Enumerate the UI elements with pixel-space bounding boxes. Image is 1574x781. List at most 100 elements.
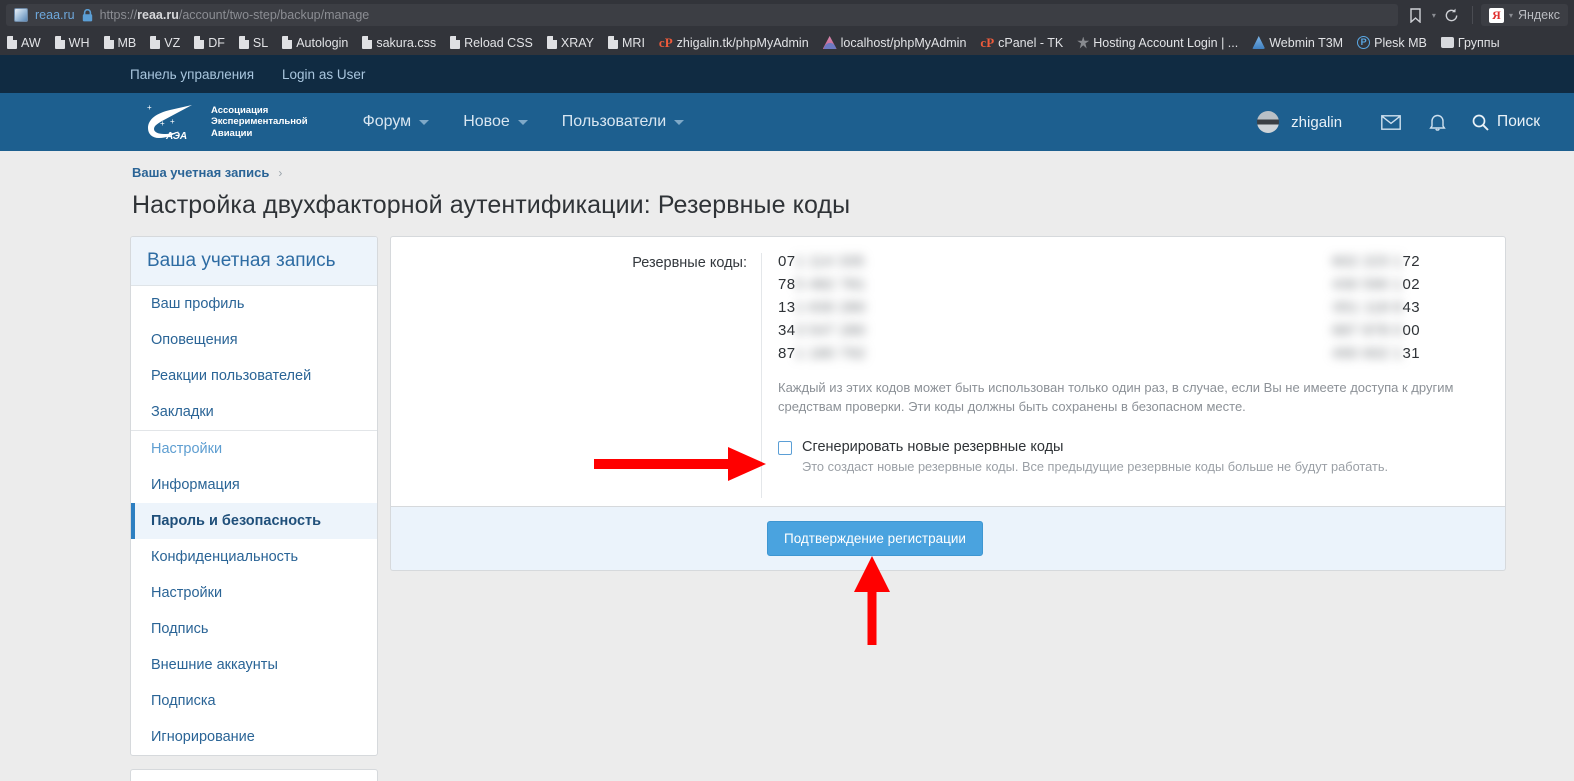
bookmark-label: XRAY [560,35,594,50]
bookmark-item[interactable]: cP zhigalin.tk/phpMyAdmin [652,30,816,55]
bookmark-label: Plesk MB [1374,35,1427,50]
backup-code-visible-suffix: 43 [1402,299,1420,316]
folder-icon [1440,37,1454,48]
bookmark-label: VZ [164,35,181,50]
backup-code-right: 687 878 000 [1108,322,1438,339]
svg-text:+: + [170,117,175,126]
nav-item-label: Форум [362,113,412,130]
admin-strip: Панель управления Login as User [0,55,1574,93]
logout-box[interactable]: Выйти [130,769,378,781]
backup-codes-hint: Каждый из этих кодов может быть использо… [778,380,1454,414]
bookmark-item[interactable]: sakura.css [355,30,443,55]
backup-code-redacted: 1 630 280 [795,299,866,316]
backup-code-left: 071 114 335 [778,253,1108,270]
nav-item-forum[interactable]: Форум [346,93,447,151]
bookmark-label: cPanel - TK [998,35,1064,50]
sidebar-group: Настройки Информация Пароль и безопасность… [131,431,377,755]
search-engine-selector[interactable]: Я ▾ Яндекс [1480,4,1568,26]
page-icon [194,36,205,49]
backup-code-visible-prefix: 87 [778,345,796,362]
sidebar-item[interactable]: Пароль и безопасность [131,503,377,539]
nav-item-users[interactable]: Пользователи [545,93,701,151]
panel-footer: Подтверждение регистрации [390,507,1506,571]
backup-codes-label: Резервные коды: [632,255,747,271]
sidebar-item[interactable]: Подписка [131,683,377,719]
bookmark-item[interactable]: SL [232,30,275,55]
bookmark-item[interactable]: cP cPanel - TK [973,30,1070,55]
page-icon [7,36,17,49]
sidebar-item[interactable]: Внешние аккаунты [131,647,377,683]
envelope-icon[interactable] [1370,101,1412,143]
sidebar-item[interactable]: Настройки [131,575,377,611]
aea-logo-icon: АЭА + + + + [140,102,202,142]
sidebar-item[interactable]: Закладки [131,394,377,430]
bookmark-item[interactable]: localhost/phpMyAdmin [816,30,974,55]
bell-icon[interactable] [1416,101,1458,143]
sidebar-item[interactable]: Ваш профиль [131,286,377,322]
bookmark-item[interactable]: MB [97,30,144,55]
chevron-down-icon[interactable]: ▾ [1432,11,1436,20]
page-icon [546,36,557,49]
bookmark-item[interactable]: Группы [1434,30,1507,55]
backup-code-visible-prefix: 78 [778,276,796,293]
page-icon [608,36,618,49]
backup-code-right: 051 118 843 [1108,299,1438,316]
bookmark-item[interactable]: MRI [601,30,652,55]
avatar[interactable] [1257,111,1280,133]
nav-item-label: Пользователи [561,113,667,130]
chevron-down-icon [517,119,528,125]
sidebar-item[interactable]: Информация [131,467,377,503]
bookmark-label: SL [252,35,269,50]
backup-codes-row: Резервные коды: 071 114 335 602 223 172 78… [391,237,1505,506]
search-button[interactable]: Поиск [1462,101,1552,143]
bookmark-item[interactable]: Autologin [275,30,355,55]
bookmarks-bar: AW WH MB VZ DF SL Autologin sakura.css Reload CS… [0,30,1574,55]
admin-control-panel-link[interactable]: Панель управления [130,67,254,82]
backup-code-visible-suffix: 31 [1402,345,1420,362]
generate-new-codes-checkbox[interactable] [778,441,792,455]
backup-code-visible-prefix: 07 [778,253,796,270]
backup-code-visible-prefix: 34 [778,322,796,339]
breadcrumb-separator-icon: › [278,165,283,180]
bookmark-icon[interactable] [1404,4,1428,26]
sidebar-item[interactable]: Подпись [131,611,377,647]
plesk-icon: P [1357,36,1371,49]
lock-icon [82,8,93,22]
backup-code-visible-suffix: 00 [1402,322,1420,339]
bookmark-item[interactable]: VZ [143,30,187,55]
bookmark-label: DF [208,35,225,50]
bookmark-item[interactable]: WH [48,30,97,55]
bookmark-label: AW [21,35,41,50]
address-bar[interactable]: reaa.ru https://reaa.ru/account/two-step… [6,4,1398,26]
site-logo[interactable]: АЭА + + + + Ассоциация Экспериментальной Ав… [140,102,308,142]
page-icon [238,36,249,49]
search-icon [1472,114,1489,131]
reload-icon[interactable] [1440,4,1464,26]
bookmark-item[interactable]: AW [0,30,48,55]
nav-item-new[interactable]: Новое [446,93,545,151]
page-container: Ваша учетная запись › Настройка двухфакт… [0,151,1574,781]
backup-code-left: 343 547 280 [778,322,1108,339]
url-scheme: https:// [99,8,138,22]
sidebar-item[interactable]: Реакции пользователей [131,358,377,394]
bookmark-item[interactable]: Webmin T3M [1245,30,1350,55]
sidebar-item[interactable]: Настройки [131,431,377,467]
bookmark-item[interactable]: DF [187,30,232,55]
nav-username[interactable]: zhigalin [1291,114,1342,131]
sidebar-item[interactable]: Оповещения [131,322,377,358]
cpanel-icon: cP [980,34,995,50]
generate-new-codes-row[interactable]: Сгенерировать новые резервные коды Это с… [778,416,1505,474]
sidebar-item[interactable]: Конфиденциальность [131,539,377,575]
account-sidebar: Ваша учетная запись Ваш профиль Оповещени… [130,236,378,756]
bookmark-item[interactable]: Hosting Account Login | ... [1070,30,1245,55]
sidebar-item[interactable]: Игнорирование [131,719,377,755]
login-as-user-link[interactable]: Login as User [282,67,365,82]
bookmark-label: localhost/phpMyAdmin [840,35,967,50]
bookmark-label: zhigalin.tk/phpMyAdmin [676,35,809,50]
bookmark-item[interactable]: XRAY [540,30,601,55]
toolbar-divider [1471,6,1473,24]
confirm-registration-button[interactable]: Подтверждение регистрации [767,521,983,556]
breadcrumb-item-account[interactable]: Ваша учетная запись [132,165,269,180]
bookmark-item[interactable]: Reload CSS [443,30,540,55]
bookmark-item[interactable]: P Plesk MB [1350,30,1434,55]
